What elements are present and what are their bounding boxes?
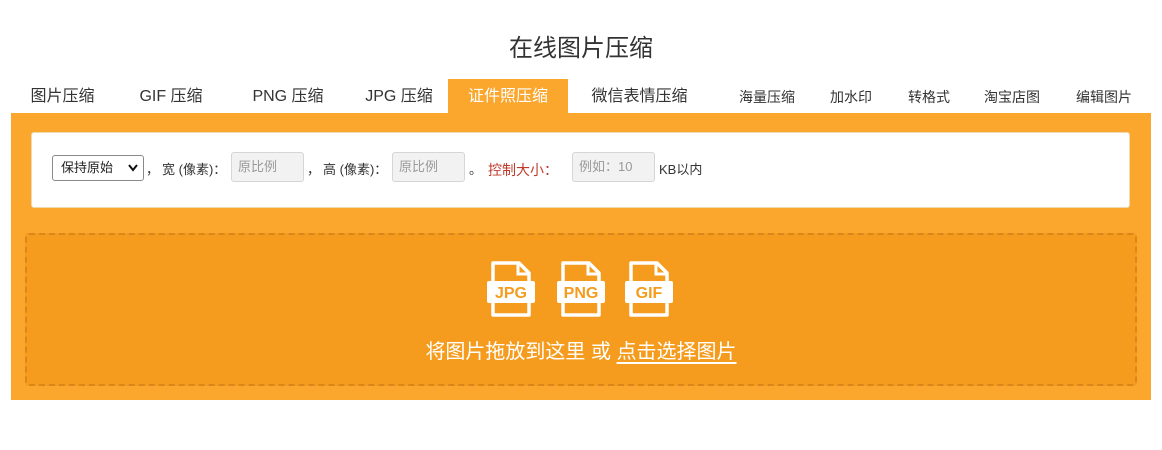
drop-instructions: 将图片拖放到这里 或 点击选择图片 xyxy=(27,335,1135,364)
tab-convert-format[interactable]: 转格式 xyxy=(899,79,959,113)
png-file-icon: PNG xyxy=(557,261,605,317)
jpg-file-icon: JPG xyxy=(487,261,535,317)
tab-bar: 图片压缩 GIF 压缩 PNG 压缩 JPG 压缩 证件照压缩 微信表情压缩 海… xyxy=(11,79,1151,113)
width-label: 宽 (像素)： xyxy=(162,162,227,177)
tab-wechat-sticker-compress[interactable]: 微信表情压缩 xyxy=(581,79,698,113)
size-unit-label: KB以内 xyxy=(659,162,703,177)
mode-select[interactable]: 保持原始 xyxy=(52,155,144,181)
tab-edit-image[interactable]: 编辑图片 xyxy=(1069,79,1139,113)
svg-text:PNG: PNG xyxy=(564,285,599,302)
gif-file-icon: GIF xyxy=(625,261,673,317)
tab-image-compress[interactable]: 图片压缩 xyxy=(11,79,114,113)
tab-taobao-image[interactable]: 淘宝店图 xyxy=(977,79,1047,113)
height-input[interactable]: 原比例 xyxy=(392,152,465,182)
period: 。 xyxy=(469,162,483,177)
tab-png-compress[interactable]: PNG 压缩 xyxy=(228,79,348,113)
mode-select-value: 保持原始 xyxy=(61,160,114,175)
chevron-down-icon xyxy=(128,156,138,180)
compress-area: 保持原始 ， 宽 (像素)： 原比例 ， 高 (像素)： 原比例 。 控制大小：… xyxy=(11,113,1151,400)
svg-text:GIF: GIF xyxy=(636,285,663,302)
svg-text:JPG: JPG xyxy=(495,285,527,302)
drop-zone[interactable]: JPG PNG GIF 将图片拖放到这里 或 点击选择图片 xyxy=(25,233,1137,386)
height-label: 高 (像素)： xyxy=(323,162,388,177)
comma-separator: ， xyxy=(146,162,160,177)
width-input[interactable]: 原比例 xyxy=(231,152,304,182)
tab-gif-compress[interactable]: GIF 压缩 xyxy=(116,79,226,113)
tab-bulk-compress[interactable]: 海量压缩 xyxy=(727,79,807,113)
size-limit-input[interactable]: 例如：10 xyxy=(572,152,655,182)
drop-hint-text: 将图片拖放到这里 或 xyxy=(425,341,611,363)
tab-jpg-compress[interactable]: JPG 压缩 xyxy=(344,79,454,113)
tab-watermark[interactable]: 加水印 xyxy=(821,79,881,113)
options-panel: 保持原始 ， 宽 (像素)： 原比例 ， 高 (像素)： 原比例 。 控制大小：… xyxy=(31,132,1130,208)
comma-separator: ， xyxy=(307,162,321,177)
tab-id-photo-compress[interactable]: 证件照压缩 xyxy=(448,79,568,113)
page-title: 在线图片压缩 xyxy=(509,35,653,62)
select-image-link[interactable]: 点击选择图片 xyxy=(617,341,737,363)
size-limit-label: 控制大小： xyxy=(488,162,558,178)
